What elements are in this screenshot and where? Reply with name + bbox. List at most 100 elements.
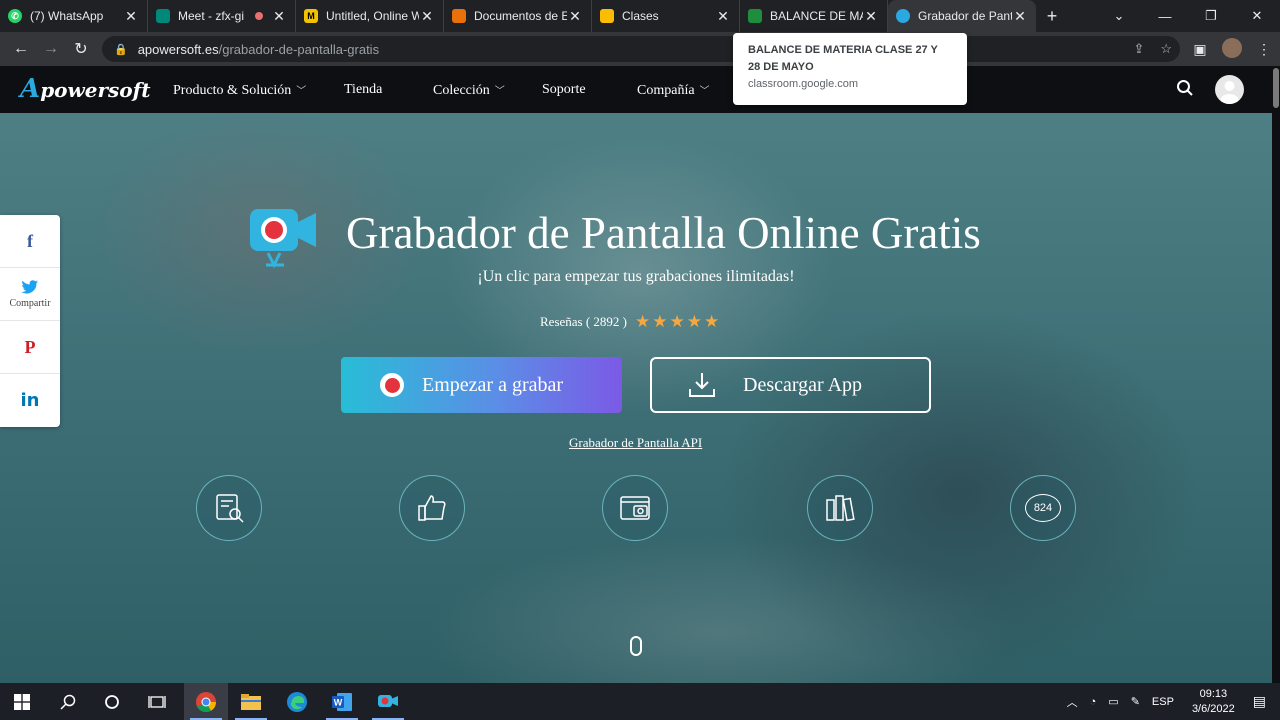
download-icon (689, 373, 715, 397)
tab-title: (7) WhatsApp (30, 9, 104, 23)
taskbar-recorder-app[interactable] (366, 683, 410, 720)
show-hidden-icons-chevron-icon[interactable]: ︿ (1067, 694, 1078, 710)
feature-library[interactable] (807, 475, 873, 541)
recording-indicator-icon (255, 12, 263, 20)
language-indicator[interactable]: ESP (1152, 696, 1174, 708)
profile-avatar[interactable] (1216, 37, 1248, 61)
tab-search-icon[interactable]: ⌄ (1096, 8, 1142, 24)
scroll-down-mouse-icon[interactable] (630, 636, 642, 656)
nav-label: Compañía (637, 83, 695, 98)
linkedin-icon: in (20, 390, 40, 411)
start-recording-label: Empezar a grabar (422, 373, 564, 396)
tab-miro[interactable]: M Untitled, Online W ✕ (296, 0, 444, 32)
tooltip-url: classroom.google.com (748, 78, 859, 90)
tab-whatsapp[interactable]: ✆ (7) WhatsApp ✕ (0, 0, 148, 32)
share-twitter-button[interactable]: Compartir (0, 268, 60, 321)
clock[interactable]: 09:13 3/6/2022 (1192, 687, 1235, 717)
share-pinterest-button[interactable]: P (0, 321, 60, 374)
close-window-button[interactable]: ✕ (1234, 8, 1280, 24)
api-link[interactable]: Grabador de Pantalla API (569, 435, 702, 451)
bookmark-star-icon[interactable]: ☆ (1160, 41, 1172, 57)
battery-icon[interactable]: ▭ (1108, 695, 1118, 708)
share-facebook-button[interactable]: f (0, 215, 60, 268)
taskbar-word[interactable]: W (320, 683, 364, 720)
screen-recorder-icon (378, 694, 398, 707)
hero-subtitle: ¡Un clic para empezar tus grabaciones il… (477, 268, 795, 285)
tab-meet[interactable]: Meet - zfx-gi ✕ (148, 0, 296, 32)
cortana-circle-icon (105, 694, 119, 709)
restore-button[interactable]: ❐ (1188, 8, 1234, 24)
books-icon (826, 495, 855, 522)
side-panel-icon[interactable]: ▣ (1184, 41, 1216, 58)
menu-icon[interactable]: ⋮ (1248, 41, 1280, 58)
nav-coleccion[interactable]: Colección ﹀ (433, 82, 505, 99)
chevron-down-icon: ﹀ (699, 86, 710, 97)
address-bar[interactable]: 🔒 apowersoft.es/grabador-de-pantalla-gra… (102, 36, 1180, 62)
apowersoft-logo[interactable]: Apowersoft (20, 74, 150, 104)
new-tab-button[interactable]: + (1036, 6, 1068, 27)
edge-icon (287, 691, 307, 712)
notifications-icon[interactable]: ▤ (1253, 693, 1266, 710)
feature-thumbs-up[interactable] (399, 475, 465, 541)
tab-title: Meet - zfx-gi (178, 9, 245, 23)
tab-close-icon[interactable]: ✕ (271, 8, 287, 25)
share-sidebar: f Compartir P in (0, 215, 60, 427)
nav-producto[interactable]: Producto & Solución ﹀ (173, 82, 306, 99)
tab-close-icon[interactable]: ✕ (419, 8, 435, 25)
taskbar-search-button[interactable] (46, 683, 90, 720)
thumbs-up-icon (418, 495, 446, 521)
tab-balance[interactable]: BALANCE DE MA ✕ (740, 0, 888, 32)
document-search-icon (216, 494, 244, 523)
pen-icon[interactable]: ✎ (1131, 695, 1140, 708)
cortana-button[interactable] (90, 683, 134, 720)
chrome-icon (196, 691, 217, 712)
nav-compania[interactable]: Compañía ﹀ (637, 82, 710, 99)
record-icon (380, 373, 404, 397)
reviews-rating: Reseñas ( 2892 ) ★★★★★ (540, 312, 721, 332)
site-navbar: Apowersoft Producto & Solución ﹀ Tienda C… (0, 66, 1272, 113)
forward-button[interactable]: → (36, 40, 66, 58)
tab-close-icon[interactable]: ✕ (863, 8, 879, 25)
whatsapp-icon: ✆ (8, 9, 22, 23)
start-recording-button[interactable]: Empezar a grabar (341, 357, 622, 413)
tab-close-icon[interactable]: ✕ (1012, 8, 1028, 25)
start-button[interactable] (0, 683, 44, 720)
tab-clases[interactable]: Clases ✕ (592, 0, 740, 32)
word-icon: W (332, 692, 352, 711)
apowersoft-icon (896, 9, 910, 23)
nav-soporte[interactable]: Soporte (542, 82, 586, 98)
back-button[interactable]: ← (6, 40, 36, 58)
taskbar-file-explorer[interactable] (229, 683, 273, 720)
minimize-button[interactable]: — (1142, 9, 1188, 24)
share-icon[interactable]: ⇪ (1133, 41, 1144, 57)
page-scrollbar[interactable] (1272, 66, 1280, 683)
tab-close-icon[interactable]: ✕ (567, 8, 583, 25)
search-icon[interactable] (1176, 79, 1194, 97)
user-avatar-icon[interactable] (1215, 75, 1244, 104)
url-path: /grabador-de-pantalla-gratis (218, 41, 380, 57)
system-tray: ︿ ◔ ▭ ✎ ESP 09:13 3/6/2022 ▤ (1061, 683, 1280, 720)
reload-button[interactable]: ↻ (66, 39, 96, 59)
tab-grabador[interactable]: Grabador de Pant ✕ (888, 0, 1036, 32)
feature-screenshot[interactable] (602, 475, 668, 541)
tab-documentos[interactable]: Documentos de E ✕ (444, 0, 592, 32)
folder-icon (241, 693, 261, 710)
taskbar-chrome[interactable] (184, 683, 228, 720)
tab-close-icon[interactable]: ✕ (715, 8, 731, 25)
nav-label: Colección (433, 83, 490, 98)
task-view-button[interactable] (135, 683, 179, 720)
network-icon[interactable]: ◔ (1090, 696, 1097, 708)
tab-hover-tooltip: BALANCE DE MATERIA CLASE 27 Y 28 DE MAYO… (733, 33, 967, 105)
download-app-button[interactable]: Descargar App (650, 357, 931, 413)
feature-comments[interactable]: 824 (1010, 475, 1076, 541)
screenshot-camera-icon (620, 496, 650, 520)
nav-tienda[interactable]: Tienda (344, 82, 382, 98)
tab-title: BALANCE DE MA (770, 9, 863, 23)
chevron-down-icon: ﹀ (494, 86, 505, 97)
nav-label: Tienda (344, 82, 383, 97)
feature-document-search[interactable] (196, 475, 262, 541)
share-linkedin-button[interactable]: in (0, 374, 60, 427)
taskbar-edge[interactable] (275, 683, 319, 720)
url-host: apowersoft.es (137, 41, 219, 57)
tab-close-icon[interactable]: ✕ (123, 8, 139, 25)
